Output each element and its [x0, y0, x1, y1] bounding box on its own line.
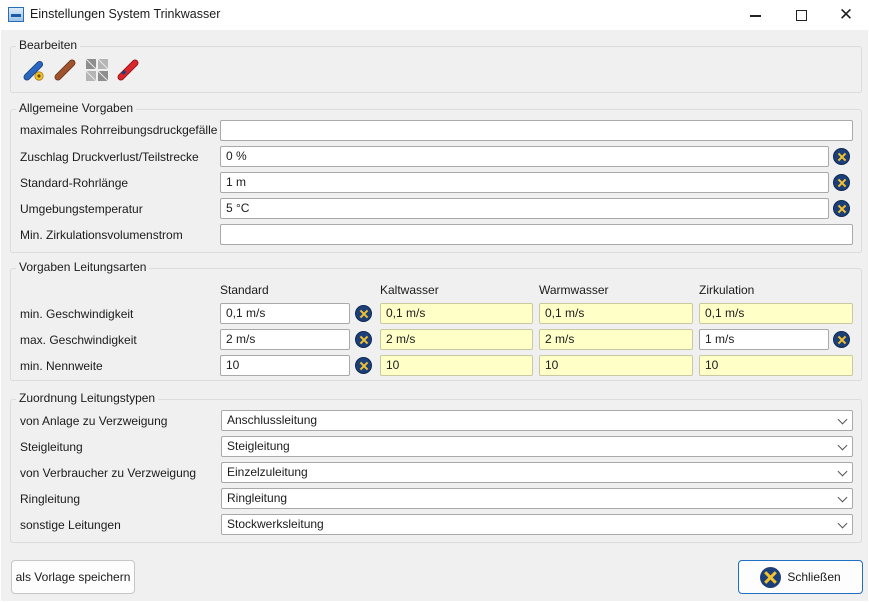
- select-sonstige-leitungen[interactable]: Stockwerksleitung: [221, 514, 853, 535]
- input-min-geschw-standard[interactable]: 0,1 m/s: [220, 303, 350, 324]
- column-header-standard: Standard: [220, 283, 269, 297]
- close-icon: ✕: [838, 5, 854, 25]
- pipe-red-icon[interactable]: [116, 58, 140, 82]
- clear-icon[interactable]: [355, 305, 372, 322]
- clear-icon[interactable]: [355, 331, 372, 348]
- input-min-geschw-kaltwasser[interactable]: 0,1 m/s: [380, 303, 533, 324]
- chevron-down-icon: [837, 440, 848, 451]
- label-umgebungstemperatur: Umgebungstemperatur: [20, 202, 143, 216]
- group-title-zuordnung: Zuordnung Leitungstypen: [16, 391, 159, 405]
- input-max-geschw-kaltwasser[interactable]: 2 m/s: [380, 329, 533, 350]
- label-verbraucher-verzweigung: von Verbraucher zu Verzweigung: [20, 466, 197, 480]
- group-title-vorgaben: Vorgaben Leitungsarten: [16, 260, 150, 274]
- minimize-button[interactable]: [732, 0, 778, 30]
- select-value: Stockwerksleitung: [227, 517, 324, 531]
- select-steigleitung[interactable]: Steigleitung: [221, 436, 853, 457]
- select-value: Steigleitung: [227, 439, 290, 453]
- input-min-nennweite-kaltwasser[interactable]: 10: [380, 355, 533, 376]
- clear-icon[interactable]: [833, 200, 850, 217]
- input-max-geschw-zirkulation[interactable]: 1 m/s: [699, 329, 829, 350]
- column-header-zirkulation: Zirkulation: [699, 283, 755, 297]
- label-ringleitung: Ringleitung: [20, 492, 81, 506]
- input-min-zirkulation[interactable]: [220, 224, 853, 245]
- label-max-geschwindigkeit: max. Geschwindigkeit: [20, 333, 137, 347]
- select-ringleitung[interactable]: Ringleitung: [221, 488, 853, 509]
- group-title-bearbeiten: Bearbeiten: [16, 38, 81, 52]
- select-verbraucher-verzweigung[interactable]: Einzelzuleitung: [221, 462, 853, 483]
- clear-icon[interactable]: [833, 148, 850, 165]
- label-min-nennweite: min. Nennweite: [20, 359, 103, 373]
- close-button-label: Schließen: [787, 570, 841, 584]
- label-min-geschwindigkeit: min. Geschwindigkeit: [20, 307, 134, 321]
- input-zuschlag-druckverlust[interactable]: 0 %: [220, 146, 829, 167]
- pipe-brown-icon[interactable]: [53, 58, 77, 82]
- column-header-warmwasser: Warmwasser: [539, 283, 609, 297]
- label-min-zirkulation: Min. Zirkulationsvolumenstrom: [20, 228, 183, 242]
- label-standard-rohrlaenge: Standard-Rohrlänge: [20, 176, 129, 190]
- label-steigleitung: Steigleitung: [20, 440, 83, 454]
- minimize-icon: [749, 15, 761, 17]
- group-title-allgemein: Allgemeine Vorgaben: [16, 101, 137, 115]
- input-min-nennweite-standard[interactable]: 10: [220, 355, 350, 376]
- close-window-button[interactable]: ✕: [823, 0, 869, 30]
- select-value: Anschlussleitung: [227, 413, 318, 427]
- input-min-nennweite-warmwasser[interactable]: 10: [539, 355, 693, 376]
- clear-icon[interactable]: [355, 357, 372, 374]
- app-icon: [8, 7, 24, 22]
- select-value: Ringleitung: [227, 491, 288, 505]
- maximize-icon: [795, 9, 807, 21]
- chevron-down-icon: [837, 466, 848, 477]
- close-button[interactable]: Schließen: [738, 560, 863, 594]
- title-bar: Einstellungen System Trinkwasser ✕: [0, 0, 869, 30]
- grid-pattern-icon[interactable]: [85, 58, 109, 82]
- input-min-nennweite-zirkulation[interactable]: 10: [699, 355, 853, 376]
- close-icon: [760, 566, 782, 588]
- input-max-rohrreibung[interactable]: [220, 120, 853, 141]
- label-max-rohrreibung: maximales Rohrreibungsdruckgefälle: [20, 123, 218, 137]
- input-max-geschw-warmwasser[interactable]: 2 m/s: [539, 329, 693, 350]
- label-zuschlag-druckverlust: Zuschlag Druckverlust/Teilstrecke: [20, 150, 199, 164]
- dialog-client: Bearbeiten Allgemeine Vorgaben maximales…: [1, 30, 868, 601]
- input-min-geschw-warmwasser[interactable]: 0,1 m/s: [539, 303, 693, 324]
- chevron-down-icon: [837, 414, 848, 425]
- label-sonstige-leitungen: sonstige Leitungen: [20, 518, 121, 532]
- input-umgebungstemperatur[interactable]: 5 °C: [220, 198, 829, 219]
- clear-icon[interactable]: [833, 331, 850, 348]
- column-header-kaltwasser: Kaltwasser: [380, 283, 439, 297]
- select-value: Einzelzuleitung: [227, 465, 308, 479]
- input-min-geschw-zirkulation[interactable]: 0,1 m/s: [699, 303, 853, 324]
- save-as-template-button[interactable]: als Vorlage speichern: [11, 560, 135, 594]
- label-anlage-verzweigung: von Anlage zu Verzweigung: [20, 414, 168, 428]
- pipe-settings-icon[interactable]: [22, 58, 46, 82]
- input-max-geschw-standard[interactable]: 2 m/s: [220, 329, 350, 350]
- input-standard-rohrlaenge[interactable]: 1 m: [220, 172, 829, 193]
- window-title: Einstellungen System Trinkwasser: [30, 7, 221, 21]
- clear-icon[interactable]: [833, 174, 850, 191]
- chevron-down-icon: [837, 492, 848, 503]
- chevron-down-icon: [837, 518, 848, 529]
- select-anlage-verzweigung[interactable]: Anschlussleitung: [221, 410, 853, 431]
- maximize-button[interactable]: [778, 0, 824, 30]
